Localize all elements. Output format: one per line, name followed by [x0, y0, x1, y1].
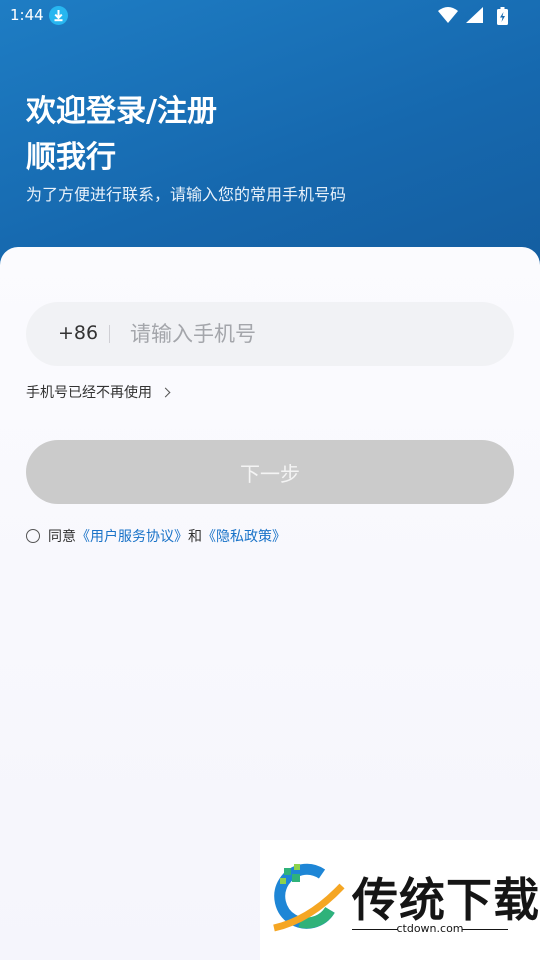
app-name: 顺我行: [26, 140, 116, 175]
privacy-policy-link[interactable]: 《隐私政策》: [202, 529, 286, 545]
status-time: 1:44: [10, 6, 44, 24]
agree-checkbox[interactable]: [26, 529, 40, 543]
phone-input[interactable]: [130, 314, 490, 354]
user-agreement-link[interactable]: 《用户服务协议》: [76, 529, 188, 545]
watermark-line-right: [462, 929, 508, 930]
number-no-longer-used-link[interactable]: 手机号已经不再使用: [26, 382, 171, 402]
field-divider: [109, 325, 110, 343]
watermark-brand: 传统下载: [352, 873, 540, 927]
status-bar: 1:44: [0, 0, 540, 32]
battery-charging-icon: [497, 7, 508, 25]
agreement-row: 同意《用户服务协议》和《隐私政策》: [26, 526, 286, 546]
number-no-longer-used-label: 手机号已经不再使用: [26, 385, 152, 401]
watermark: 传统下载 ctdown.com: [260, 840, 540, 960]
page-subtitle: 为了方便进行联系，请输入您的常用手机号码: [26, 185, 347, 204]
next-button[interactable]: 下一步: [26, 440, 514, 504]
phone-field[interactable]: +86: [26, 302, 514, 366]
signal-icon: [466, 7, 483, 23]
chevron-right-icon: [161, 387, 171, 398]
download-icon: [49, 6, 68, 25]
country-code[interactable]: +86: [58, 322, 98, 344]
agree-conjunction: 和: [188, 529, 202, 545]
wifi-icon: [438, 7, 458, 23]
agree-prefix: 同意: [48, 529, 76, 545]
watermark-logo-icon: [273, 863, 345, 932]
page-title: 欢迎登录/注册: [26, 94, 217, 129]
